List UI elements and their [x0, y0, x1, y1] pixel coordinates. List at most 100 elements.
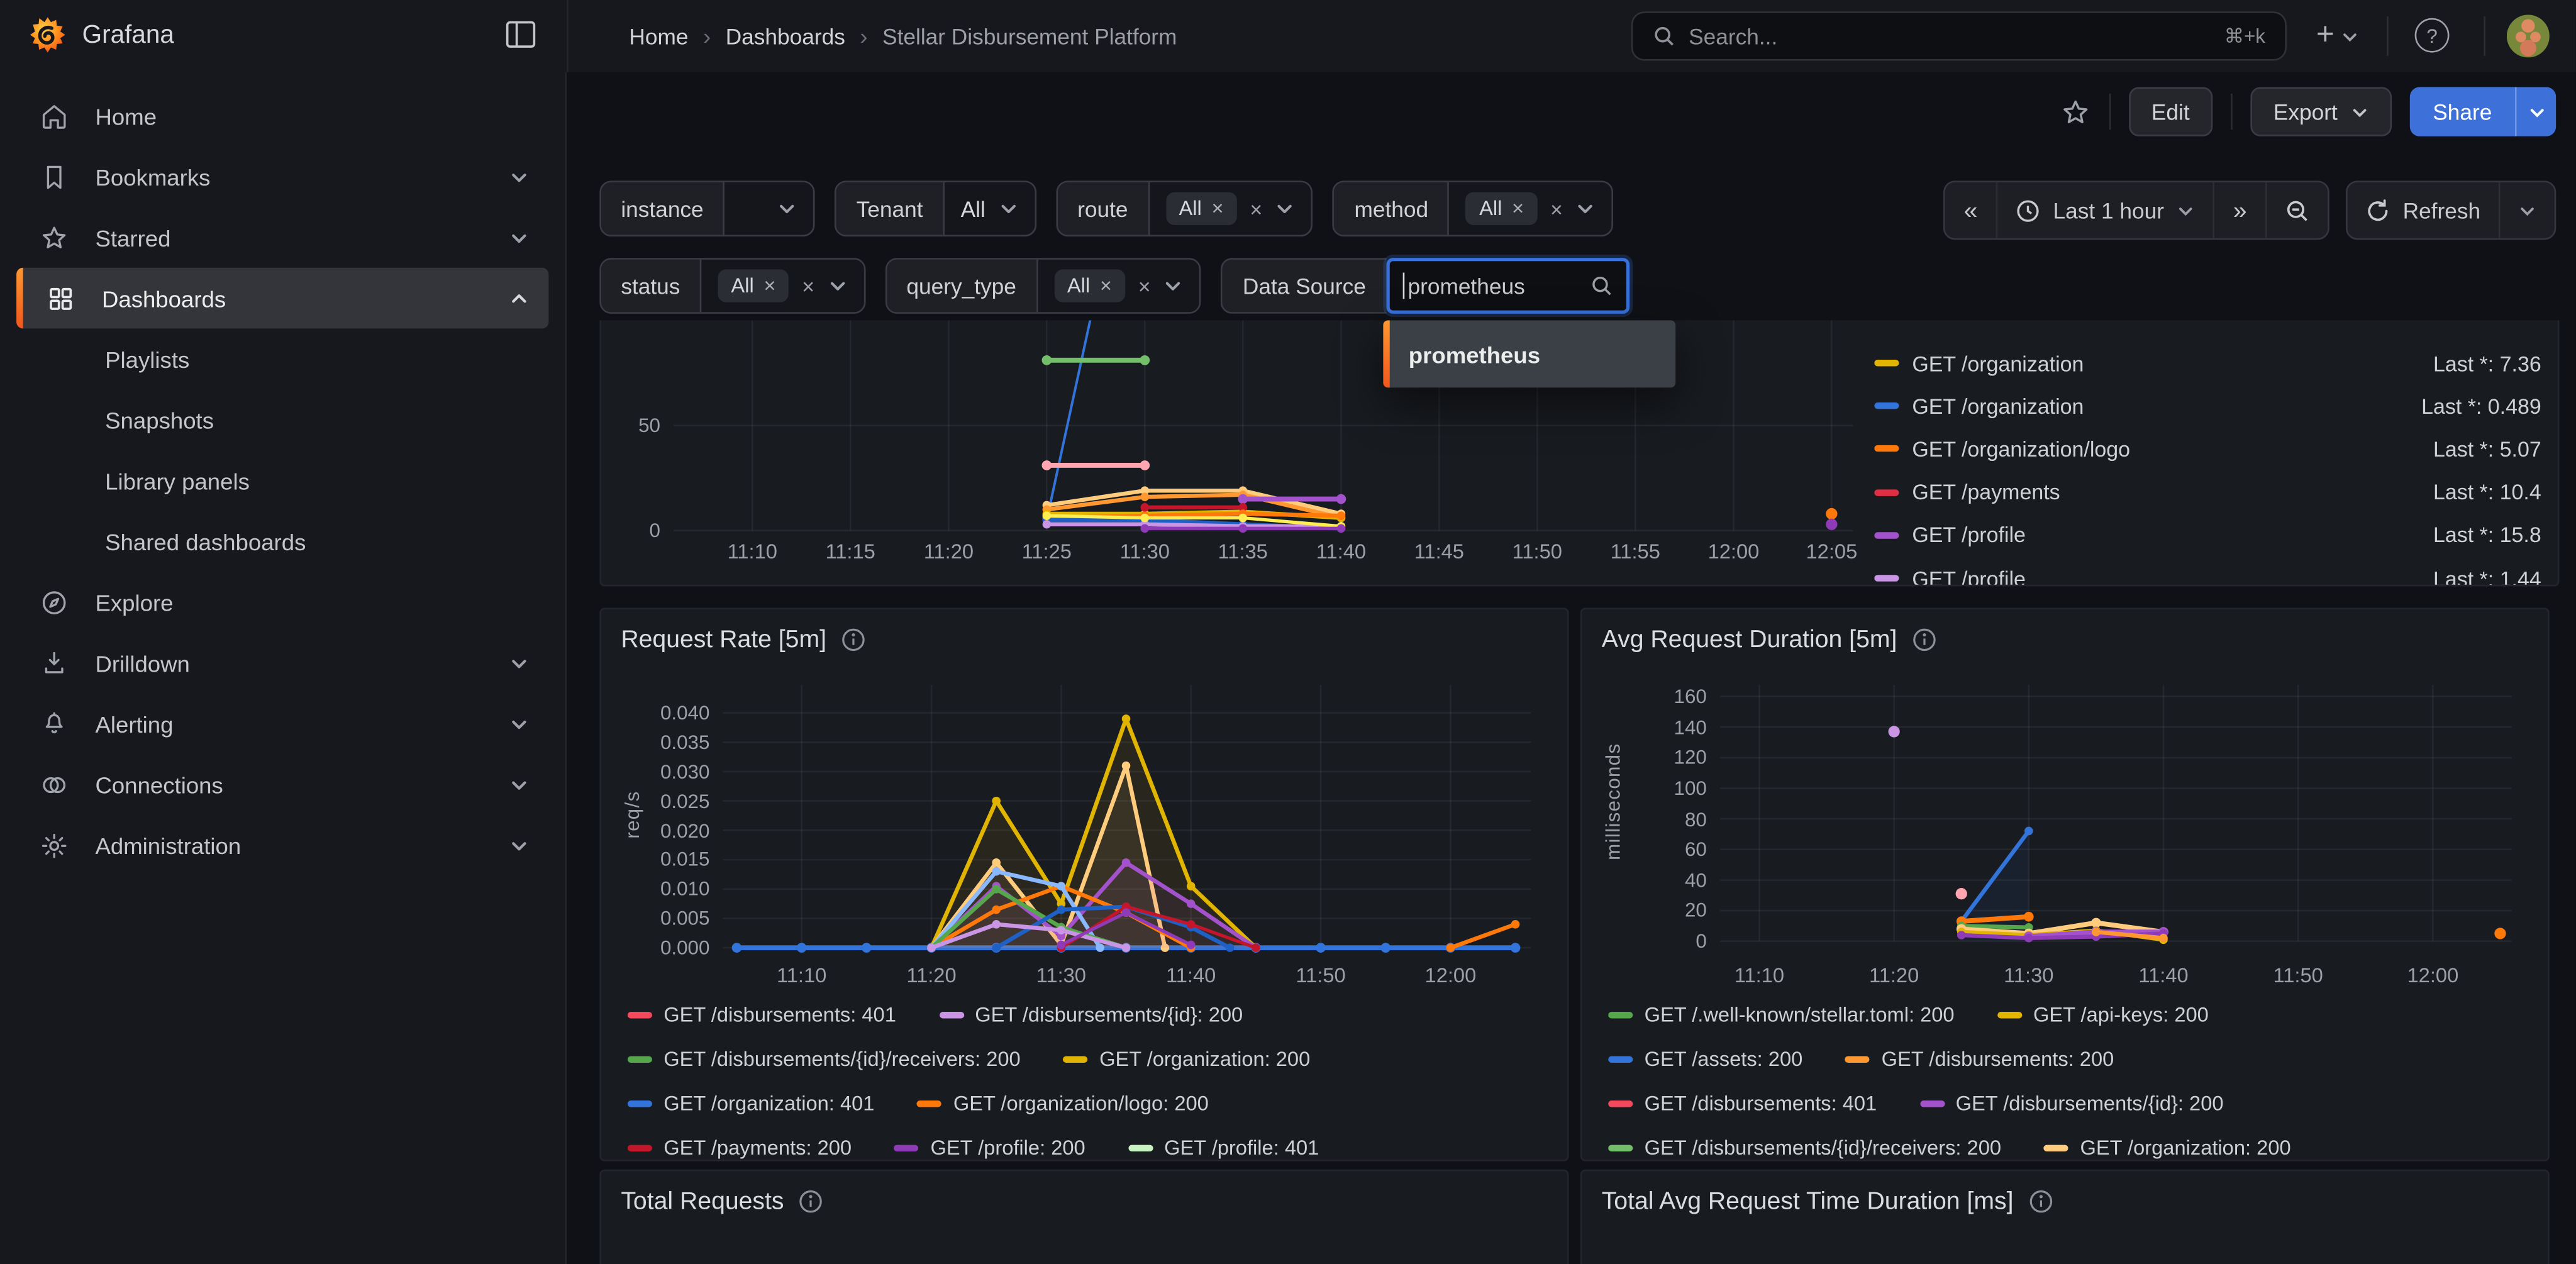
sidebar-item-snapshots[interactable]: Snapshots [16, 389, 548, 450]
legend-item[interactable]: GET /organizationLast *: 7.36 [1874, 341, 2541, 384]
search-input[interactable]: Search... ⌘+k [1631, 11, 2287, 60]
chip-remove-icon[interactable]: × [763, 274, 775, 297]
legend-item[interactable]: GET /disbursements: 401 [628, 1003, 896, 1026]
sidebar-item-connections[interactable]: Connections [16, 754, 548, 815]
share-button[interactable]: Share [2410, 87, 2515, 136]
chevron-down-icon[interactable] [1163, 276, 1183, 296]
legend-item[interactable]: GET /profile: 200 [894, 1136, 1085, 1159]
filter-clear-icon[interactable]: × [1250, 196, 1262, 221]
zoom-out-button[interactable] [2267, 182, 2328, 238]
chevron-down-icon[interactable] [509, 226, 529, 253]
sidebar-item-home[interactable]: Home [16, 86, 548, 147]
chip-remove-icon[interactable]: × [1211, 197, 1223, 220]
sidebar-item-explore[interactable]: Explore [16, 572, 548, 633]
export-button[interactable]: Export [2250, 87, 2392, 136]
chevron-up-icon[interactable] [509, 287, 529, 314]
chevron-down-icon[interactable] [509, 713, 529, 740]
legend-item[interactable]: GET /disbursements/{id}: 200 [939, 1003, 1243, 1026]
sidebar-item-administration[interactable]: Administration [16, 815, 548, 876]
legend-item[interactable]: GET /profileLast *: 15.8 [1874, 514, 2541, 557]
legend-label: GET /payments [1912, 480, 2060, 504]
y-tick-label: 120 [1638, 746, 1707, 770]
chevron-down-icon[interactable] [509, 773, 529, 800]
legend-item[interactable]: GET /assets: 200 [1608, 1047, 1802, 1070]
filter-instance[interactable]: instance [599, 180, 815, 236]
legend-item[interactable]: GET /disbursements: 401 [1608, 1092, 1877, 1115]
legend-item[interactable]: GET /disbursements/{id}/receivers: 200 [1608, 1136, 2001, 1159]
edit-button[interactable]: Edit [2128, 87, 2212, 136]
legend-item[interactable]: GET /organization/logoLast *: 5.07 [1874, 428, 2541, 470]
sidebar-item-bookmarks[interactable]: Bookmarks [16, 146, 548, 207]
sidebar-item-library-panels[interactable]: Library panels [16, 450, 548, 511]
breadcrumb-dashboards[interactable]: Dashboards [726, 24, 845, 48]
top-nav-bar: Grafana Home › Dashboards › Stellar Disb… [0, 0, 2576, 74]
legend-item[interactable]: GET /payments: 200 [628, 1136, 852, 1159]
time-shift-forward-button[interactable]: » [2215, 182, 2267, 238]
legend-item[interactable]: GET /organization/logo: 200 [917, 1092, 1208, 1115]
filter-clear-icon[interactable]: × [1550, 196, 1563, 221]
datasource-input[interactable]: prometheus [1385, 258, 1629, 314]
panel-request-rate[interactable]: Request Rate [5m] GET /disbursements: 40… [599, 607, 1568, 1161]
favorite-star-button[interactable] [2060, 96, 2091, 128]
legend-item[interactable]: GET /disbursements: 200 [1845, 1047, 2114, 1070]
datasource-option-prometheus[interactable]: prometheus [1382, 320, 1675, 387]
filter-chip[interactable]: All × [1466, 192, 1537, 225]
legend-swatch [1874, 360, 1899, 366]
legend-item[interactable]: GET /api-keys: 200 [1997, 1003, 2208, 1026]
legend-item[interactable]: GET /paymentsLast *: 10.4 [1874, 471, 2541, 514]
chevron-down-icon[interactable] [1275, 199, 1295, 218]
filter-method[interactable]: methodAll ×× [1333, 180, 1614, 236]
filter-clear-icon[interactable]: × [1138, 274, 1151, 298]
legend-swatch [1874, 403, 1899, 409]
filter-tenant[interactable]: TenantAll [835, 180, 1036, 236]
filter-chip[interactable]: All × [1054, 269, 1125, 302]
x-tick-label: 11:50 [1280, 964, 1362, 987]
share-menu-button[interactable] [2515, 87, 2556, 136]
legend-item[interactable]: GET /profile: 401 [1128, 1136, 1319, 1159]
time-range-picker[interactable]: Last 1 hour [1997, 182, 2215, 238]
legend-item[interactable]: GET /organizationLast *: 0.489 [1874, 385, 2541, 428]
user-avatar[interactable] [2507, 15, 2550, 58]
help-button[interactable]: ? [2415, 18, 2450, 53]
filter-chip[interactable]: All × [718, 269, 789, 302]
chip-remove-icon[interactable]: × [1512, 197, 1524, 220]
sidebar-toggle-button[interactable] [502, 19, 538, 52]
legend-item[interactable]: GET /profileLast *: 1.44 [1874, 557, 2541, 585]
grafana-logo-icon[interactable] [26, 15, 69, 58]
filter-route[interactable]: routeAll ×× [1056, 180, 1313, 236]
add-new-button[interactable]: + [2306, 11, 2369, 60]
info-icon[interactable] [799, 1189, 823, 1214]
sidebar-item-starred[interactable]: Starred [16, 207, 548, 268]
legend-item[interactable]: GET /organization: 200 [2044, 1136, 2291, 1159]
time-shift-back-button[interactable]: « [1946, 182, 1997, 238]
chevron-down-icon[interactable] [828, 276, 847, 296]
legend-item[interactable]: GET /.well-known/stellar.toml: 200 [1608, 1003, 1954, 1026]
legend-item[interactable]: GET /organization: 200 [1063, 1047, 1311, 1070]
sidebar-item-alerting[interactable]: Alerting [16, 693, 548, 754]
refresh-interval-button[interactable] [2500, 182, 2554, 238]
info-icon[interactable] [2028, 1189, 2053, 1214]
chip-remove-icon[interactable]: × [1100, 274, 1112, 297]
chevron-down-icon[interactable] [1576, 199, 1596, 218]
filter-clear-icon[interactable]: × [802, 274, 814, 298]
sidebar-item-shared-dashboards[interactable]: Shared dashboards [16, 511, 548, 572]
panel-total-requests[interactable]: Total Requests [599, 1170, 1568, 1264]
legend-item[interactable]: GET /organization: 401 [628, 1092, 875, 1115]
filter-status[interactable]: statusAll ×× [599, 258, 865, 314]
sidebar-item-playlists[interactable]: Playlists [16, 328, 548, 389]
sidebar-item-dashboards[interactable]: Dashboards [16, 268, 548, 329]
chevron-down-icon[interactable] [777, 199, 797, 218]
filter-query-type[interactable]: query_typeAll ×× [885, 258, 1201, 314]
chevron-down-icon[interactable] [999, 199, 1018, 218]
sidebar-item-drilldown[interactable]: Drilldown [16, 633, 548, 694]
legend-item[interactable]: GET /disbursements/{id}/receivers: 200 [628, 1047, 1021, 1070]
chevron-down-icon[interactable] [509, 166, 529, 192]
panel-total-avg-duration[interactable]: Total Avg Request Time Duration [ms] [1580, 1170, 2550, 1264]
legend-item[interactable]: GET /disbursements/{id}: 200 [1919, 1092, 2223, 1115]
filter-chip[interactable]: All × [1166, 192, 1237, 225]
chevron-down-icon[interactable] [509, 834, 529, 861]
refresh-button[interactable]: Refresh [2347, 182, 2501, 238]
chevron-down-icon[interactable] [509, 652, 529, 679]
panel-avg-duration[interactable]: Avg Request Duration [5m] GET /.well-kno… [1580, 607, 2550, 1161]
breadcrumb-home[interactable]: Home [629, 24, 688, 48]
